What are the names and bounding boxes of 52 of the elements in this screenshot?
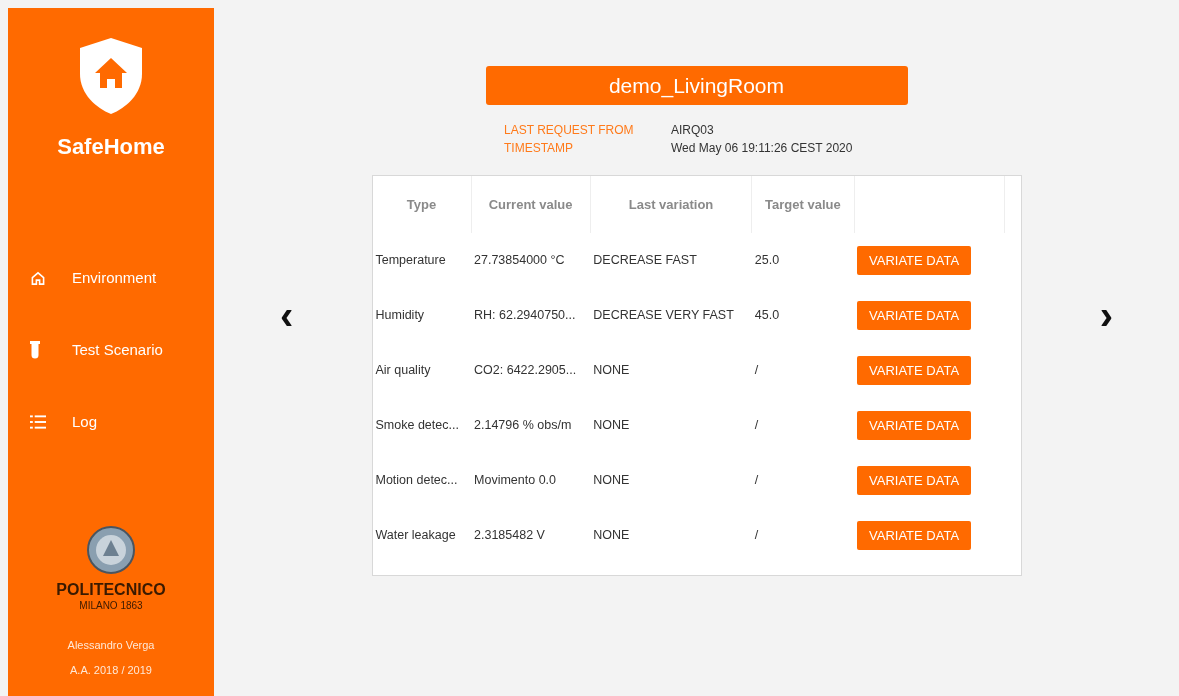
table-cell-text: / bbox=[753, 362, 760, 380]
shield-house-icon bbox=[80, 38, 142, 114]
room-title[interactable]: demo_LivingRoom bbox=[485, 66, 908, 105]
home-icon bbox=[30, 269, 46, 287]
column-header: Type bbox=[372, 176, 472, 233]
info-label: LAST REQUEST FROM bbox=[504, 122, 635, 139]
list-icon bbox=[30, 415, 46, 429]
table-cell-text: 2.14796 % obs/m bbox=[473, 417, 573, 435]
table-cell-text: / bbox=[753, 527, 760, 545]
info-label: TIMESTAMP bbox=[504, 140, 575, 157]
sidebar-item[interactable]: Test Scenario bbox=[8, 339, 214, 361]
table-cell-text: RH: 62.2940750... bbox=[473, 307, 577, 325]
table-cell-text: Smoke detec... bbox=[374, 417, 460, 435]
test-tube-icon bbox=[30, 341, 40, 359]
table-cell-text: 45.0 bbox=[753, 307, 781, 325]
table-cell-text: / bbox=[753, 417, 760, 435]
table-cell: 25.0 bbox=[751, 233, 854, 288]
brand-name: SafeHome bbox=[56, 133, 166, 161]
column-header: Last variation bbox=[590, 176, 752, 233]
info-value: AIRQ03 bbox=[671, 122, 714, 139]
column-header: Target value bbox=[751, 176, 854, 233]
variate-data-button[interactable]: VARIATE DATA bbox=[857, 300, 972, 331]
table-cell-text: 2.3185482 V bbox=[473, 527, 546, 545]
table-cell-text: NONE bbox=[592, 472, 631, 490]
table-cell-text: NONE bbox=[592, 417, 631, 435]
column-header: Current value bbox=[471, 176, 591, 233]
table-cell: 27.73854000 °C bbox=[471, 233, 591, 288]
sidebar-item[interactable]: Log bbox=[8, 411, 214, 433]
table-cell-text: Motion detec... bbox=[374, 472, 459, 490]
table-cell-text: Air quality bbox=[374, 362, 432, 380]
academic-year: A.A. 2018 / 2019 bbox=[70, 662, 152, 678]
table-cell: DECREASE FAST bbox=[590, 233, 752, 288]
variate-data-button[interactable]: VARIATE DATA bbox=[857, 520, 972, 551]
table-cell-text: CO2: 6422.2905... bbox=[473, 362, 578, 380]
sidebar-item[interactable]: Environment bbox=[8, 267, 214, 289]
seal-icon bbox=[87, 526, 135, 574]
variate-data-button[interactable]: VARIATE DATA bbox=[857, 245, 972, 276]
table-cell-text: NONE bbox=[592, 527, 631, 545]
table-cell-text: DECREASE VERY FAST bbox=[592, 307, 735, 325]
variate-data-button[interactable]: VARIATE DATA bbox=[857, 410, 972, 441]
author-name: Alessandro Verga bbox=[67, 638, 155, 653]
variate-data-button[interactable]: VARIATE DATA bbox=[857, 355, 972, 386]
info-value: Wed May 06 19:11:26 CEST 2020 bbox=[671, 140, 853, 157]
table-cell-text: Humidity bbox=[374, 307, 426, 325]
table-cell-text: Movimento 0.0 bbox=[473, 472, 557, 490]
table-cell: Temperature bbox=[372, 233, 472, 288]
table-cell-text: / bbox=[753, 472, 760, 490]
variate-data-button[interactable]: VARIATE DATA bbox=[857, 465, 972, 496]
university-name: POLITECNICO bbox=[56, 582, 166, 598]
table-cell-text: Water leakage bbox=[374, 527, 457, 545]
table-cell-text: NONE bbox=[592, 362, 631, 380]
university-city: MILANO 1863 bbox=[79, 599, 143, 613]
